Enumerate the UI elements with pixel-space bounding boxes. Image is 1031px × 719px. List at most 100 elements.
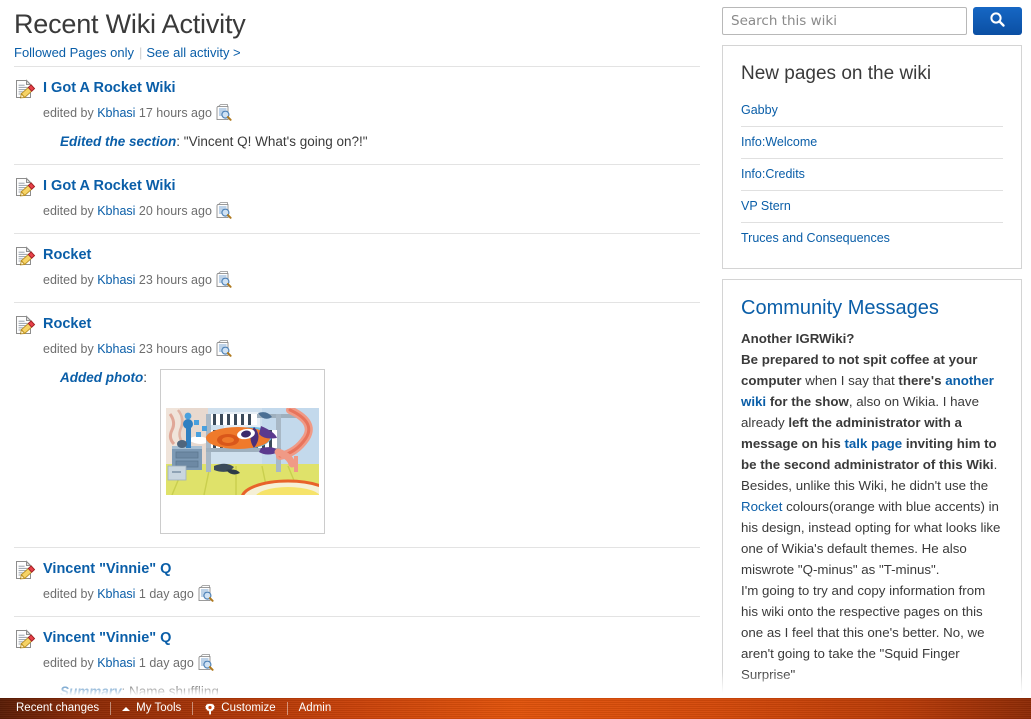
activity-feed-item: I Got A Rocket Wiki edited by Kbhasi 17 h… bbox=[14, 67, 700, 165]
toolbar-divider bbox=[192, 702, 194, 715]
followed-pages-only-link[interactable]: Followed Pages only bbox=[14, 45, 134, 60]
activity-item-user-link[interactable]: Kbhasi bbox=[97, 204, 135, 218]
new-page-list-item: Info:Credits bbox=[741, 159, 1003, 191]
activity-item-meta-prefix: edited by bbox=[43, 342, 98, 356]
see-all-activity-link[interactable]: See all activity > bbox=[146, 45, 240, 60]
activity-item-meta: edited by Kbhasi 20 hours ago bbox=[43, 202, 700, 220]
diff-compare-icon[interactable] bbox=[216, 340, 232, 357]
new-page-list-item: Info:Welcome bbox=[741, 127, 1003, 159]
edit-page-icon bbox=[14, 560, 36, 582]
activity-item-timestamp: 1 day ago bbox=[135, 587, 194, 601]
subnav-divider: | bbox=[138, 45, 143, 60]
activity-feed-item-body: Rocket edited by Kbhasi 23 hours ago Added… bbox=[14, 315, 700, 534]
activity-item-extra-label: Summary bbox=[60, 684, 122, 699]
activity-item-meta-prefix: edited by bbox=[43, 656, 98, 670]
toolbar-divider bbox=[286, 702, 288, 715]
wiki-activity-page: Recent Wiki Activity Followed Pages only… bbox=[0, 0, 1031, 719]
community-messages-heading: Another IGRWiki? bbox=[741, 328, 1003, 349]
community-messages-body: Another IGRWiki? Be prepared to not spit… bbox=[741, 328, 1003, 685]
diff-compare-icon[interactable] bbox=[216, 104, 232, 121]
activity-item-user-link[interactable]: Kbhasi bbox=[97, 342, 135, 356]
community-message-text: when I say that bbox=[801, 373, 899, 388]
new-page-list-item: Gabby bbox=[741, 98, 1003, 127]
activity-item-timestamp: 17 hours ago bbox=[135, 106, 212, 120]
activity-item-page-link[interactable]: I Got A Rocket Wiki bbox=[43, 79, 176, 97]
new-pages-module: New pages on the wiki Gabby Info:Welcome I… bbox=[722, 45, 1022, 269]
community-message-link[interactable]: talk page bbox=[844, 436, 902, 451]
rocket-in-bedroom-thumbnail bbox=[166, 408, 319, 495]
activity-item-meta: edited by Kbhasi 1 day ago bbox=[43, 654, 700, 672]
activity-item-user-link[interactable]: Kbhasi bbox=[97, 106, 135, 120]
activity-feed-item-body: Rocket edited by Kbhasi 23 hours ago bbox=[14, 246, 700, 289]
activity-item-meta-prefix: edited by bbox=[43, 273, 98, 287]
activity-item-page-link[interactable]: Rocket bbox=[43, 315, 91, 333]
community-message-link[interactable]: Rocket bbox=[741, 499, 782, 514]
activity-item-timestamp: 20 hours ago bbox=[135, 204, 212, 218]
activity-feed-item: Vincent "Vinnie" Q edited by Kbhasi 1 day… bbox=[14, 548, 700, 617]
activity-item-meta-prefix: edited by bbox=[43, 106, 98, 120]
diff-compare-icon[interactable] bbox=[198, 654, 214, 671]
activity-item-extra-text: : Name shuffling bbox=[121, 684, 219, 699]
activity-feed-item-body: I Got A Rocket Wiki edited by Kbhasi 17 h… bbox=[14, 79, 700, 151]
activity-item-meta: edited by Kbhasi 17 hours ago bbox=[43, 104, 700, 122]
toolbar-my-tools-label: My Tools bbox=[136, 702, 182, 714]
new-pages-list: Gabby Info:Welcome Info:Credits VP Stern Tru… bbox=[741, 98, 1003, 254]
activity-item-user-link[interactable]: Kbhasi bbox=[97, 587, 135, 601]
edit-page-icon bbox=[14, 79, 36, 101]
activity-item-meta: edited by Kbhasi 23 hours ago bbox=[43, 271, 700, 289]
search-input[interactable] bbox=[722, 7, 967, 35]
activity-item-timestamp: 23 hours ago bbox=[135, 273, 212, 287]
new-page-list-item: Truces and Consequences bbox=[741, 223, 1003, 254]
new-pages-title: New pages on the wiki bbox=[741, 63, 932, 84]
diff-compare-icon[interactable] bbox=[198, 585, 214, 602]
activity-item-user-link[interactable]: Kbhasi bbox=[97, 656, 135, 670]
activity-feed-item-body: Vincent "Vinnie" Q edited by Kbhasi 1 day… bbox=[14, 560, 700, 603]
activity-item-page-link[interactable]: I Got A Rocket Wiki bbox=[43, 177, 176, 195]
activity-feed-item: Rocket edited by Kbhasi 23 hours ago Added… bbox=[14, 303, 700, 548]
activity-item-page-link[interactable]: Rocket bbox=[43, 246, 91, 264]
toolbar-customize-label: Customize bbox=[221, 702, 276, 714]
edit-page-icon bbox=[14, 315, 36, 337]
new-page-link[interactable]: Truces and Consequences bbox=[741, 223, 1003, 254]
activity-item-timestamp: 1 day ago bbox=[135, 656, 194, 670]
activity-item-page-link[interactable]: Vincent "Vinnie" Q bbox=[43, 560, 171, 578]
activity-feed-item-body: I Got A Rocket Wiki edited by Kbhasi 20 h… bbox=[14, 177, 700, 220]
diff-compare-icon[interactable] bbox=[216, 202, 232, 219]
toolbar-customize[interactable]: Customize bbox=[204, 698, 276, 719]
toolbar-my-tools[interactable]: My Tools bbox=[122, 698, 181, 719]
community-messages-title: Community Messages bbox=[741, 297, 939, 319]
search-button[interactable] bbox=[973, 7, 1022, 35]
activity-item-meta-prefix: edited by bbox=[43, 587, 98, 601]
new-page-link[interactable]: Info:Credits bbox=[741, 159, 1003, 190]
activity-item-page-link[interactable]: Vincent "Vinnie" Q bbox=[43, 629, 171, 647]
search-icon bbox=[989, 11, 1006, 31]
activity-item-extra: Edited the section: "Vincent Q! What's g… bbox=[43, 133, 700, 151]
page-title: Recent Wiki Activity bbox=[14, 9, 246, 39]
new-page-link[interactable]: VP Stern bbox=[741, 191, 1003, 222]
activity-item-photo-thumbnail[interactable] bbox=[160, 369, 325, 534]
activity-item-extra-label: Added photo bbox=[60, 370, 144, 385]
right-rail: New pages on the wiki GabbyInfo:WelcomeI… bbox=[722, 0, 1022, 719]
community-message-text: there's bbox=[898, 373, 946, 388]
bottom-toolbar: Recent changes My Tools Customize Admin bbox=[0, 698, 1031, 719]
activity-feed: I Got A Rocket Wiki edited by Kbhasi 17 h… bbox=[14, 67, 700, 714]
activity-item-timestamp: 23 hours ago bbox=[135, 342, 212, 356]
new-page-link[interactable]: Info:Welcome bbox=[741, 127, 1003, 158]
activity-item-extra-text: : bbox=[143, 370, 147, 385]
activity-item-meta-prefix: edited by bbox=[43, 204, 98, 218]
search-row bbox=[722, 7, 1022, 35]
community-messages-heading-text: Another IGRWiki? bbox=[741, 331, 855, 346]
activity-item-meta: edited by Kbhasi 23 hours ago bbox=[43, 340, 700, 358]
edit-page-icon bbox=[14, 246, 36, 268]
toolbar-admin[interactable]: Admin bbox=[299, 698, 332, 719]
edit-page-icon bbox=[14, 177, 36, 199]
new-page-link[interactable]: Gabby bbox=[741, 98, 1003, 126]
gear-icon bbox=[204, 703, 216, 715]
diff-compare-icon[interactable] bbox=[216, 271, 232, 288]
toolbar-recent-changes[interactable]: Recent changes bbox=[16, 698, 99, 719]
activity-item-extra-text: : "Vincent Q! What's going on?!" bbox=[176, 134, 368, 149]
activity-item-user-link[interactable]: Kbhasi bbox=[97, 273, 135, 287]
activity-feed-item: Rocket edited by Kbhasi 23 hours ago bbox=[14, 234, 700, 303]
activity-item-extra-label: Edited the section bbox=[60, 134, 177, 149]
main-content-column: Recent Wiki Activity Followed Pages only… bbox=[0, 0, 715, 719]
